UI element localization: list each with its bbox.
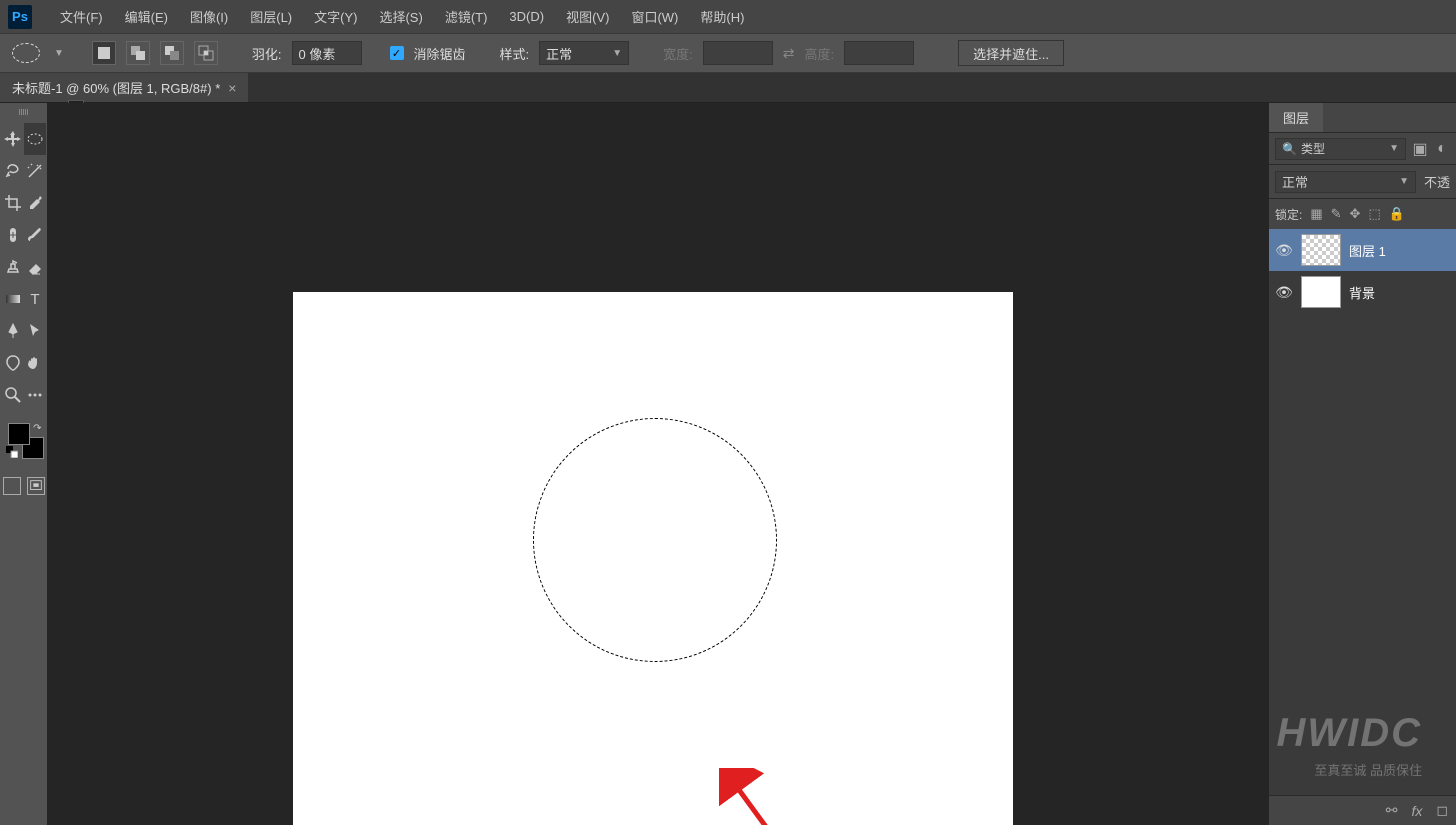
height-input bbox=[844, 41, 914, 65]
layer-row-background[interactable]: 👁 背景 bbox=[1269, 271, 1456, 313]
width-label: 宽度: bbox=[663, 44, 693, 63]
panels-right: 图层 🔍类型▼ ▣ ◐ 正常▼ 不透 锁定: ▦ ✎ ✥ ⬚ 🔒 👁 图层 1 bbox=[1269, 103, 1456, 825]
menu-window[interactable]: 窗口(W) bbox=[621, 3, 688, 30]
toolbox-grip[interactable] bbox=[9, 109, 39, 115]
screen-mode[interactable] bbox=[27, 477, 45, 495]
menu-help[interactable]: 帮助(H) bbox=[690, 3, 754, 30]
lock-position-icon[interactable]: ✥ bbox=[1350, 206, 1361, 222]
layer-visibility-icon[interactable]: 👁 bbox=[1275, 242, 1293, 259]
style-select[interactable]: 正常▼ bbox=[539, 41, 629, 65]
quickmask-standard[interactable] bbox=[3, 477, 21, 495]
tool-move[interactable] bbox=[2, 123, 24, 155]
selection-mode-subtract[interactable] bbox=[160, 41, 184, 65]
lock-all-icon[interactable]: 🔒 bbox=[1389, 206, 1405, 222]
document-tab[interactable]: 未标题-1 @ 60% (图层 1, RGB/8#) * × bbox=[0, 73, 248, 102]
menu-filter[interactable]: 滤镜(T) bbox=[435, 3, 498, 30]
menu-type[interactable]: 文字(Y) bbox=[304, 3, 367, 30]
lock-artboard-icon[interactable]: ⬚ bbox=[1368, 206, 1380, 222]
tool-hand[interactable] bbox=[24, 347, 46, 379]
default-colors-icon[interactable] bbox=[6, 445, 18, 463]
tool-preset-dropdown[interactable]: ▼ bbox=[54, 48, 64, 59]
filter-adjustment-icon[interactable]: ◐ bbox=[1434, 141, 1450, 157]
layer-fx-icon[interactable]: fx bbox=[1411, 803, 1422, 819]
feather-input[interactable] bbox=[292, 41, 362, 65]
tool-healing-brush[interactable] bbox=[2, 219, 24, 251]
opacity-label: 不透 bbox=[1424, 172, 1450, 191]
menu-layer[interactable]: 图层(L) bbox=[240, 3, 302, 30]
tool-brush[interactable] bbox=[24, 219, 46, 251]
tool-elliptical-marquee[interactable] bbox=[24, 123, 46, 155]
menu-edit[interactable]: 编辑(E) bbox=[115, 3, 178, 30]
filter-image-icon[interactable]: ▣ bbox=[1412, 141, 1428, 157]
antialias-label: 消除锯齿 bbox=[414, 44, 466, 63]
tool-shape[interactable] bbox=[2, 347, 24, 379]
menu-select[interactable]: 选择(S) bbox=[369, 3, 432, 30]
document-tab-close-icon[interactable]: × bbox=[228, 80, 236, 96]
menu-image[interactable]: 图像(I) bbox=[180, 3, 238, 30]
toolbox: T ↷ bbox=[0, 103, 47, 825]
tool-pen[interactable] bbox=[2, 315, 24, 347]
foreground-color[interactable] bbox=[8, 423, 30, 445]
selection-mode-new[interactable] bbox=[92, 41, 116, 65]
layer-thumbnail[interactable] bbox=[1301, 234, 1341, 266]
color-swatches: ↷ bbox=[4, 423, 44, 463]
canvas-workspace[interactable] bbox=[47, 103, 1269, 825]
tool-eraser[interactable] bbox=[24, 251, 46, 283]
link-layers-icon[interactable]: ⚯ bbox=[1386, 802, 1398, 819]
layers-panel-tab[interactable]: 图层 bbox=[1269, 103, 1323, 132]
layer-filter-select[interactable]: 🔍类型▼ bbox=[1275, 138, 1406, 160]
feather-label: 羽化: bbox=[252, 44, 282, 63]
tool-magic-wand[interactable] bbox=[24, 155, 46, 187]
selection-mode-intersect[interactable] bbox=[194, 41, 218, 65]
tool-type[interactable]: T bbox=[24, 283, 46, 315]
menu-3d[interactable]: 3D(D) bbox=[499, 5, 554, 28]
layer-list: 👁 图层 1 👁 背景 bbox=[1269, 229, 1456, 795]
lock-transparency-icon[interactable]: ▦ bbox=[1310, 206, 1322, 222]
menu-view[interactable]: 视图(V) bbox=[556, 3, 619, 30]
width-input bbox=[703, 41, 773, 65]
menu-file[interactable]: 文件(F) bbox=[50, 3, 113, 30]
photoshop-logo: Ps bbox=[8, 5, 32, 29]
annotation-arrow bbox=[719, 768, 839, 825]
layer-mask-icon[interactable]: ◻ bbox=[1436, 802, 1448, 819]
select-and-mask-button[interactable]: 选择并遮住... bbox=[958, 40, 1064, 66]
tool-gradient[interactable] bbox=[2, 283, 24, 315]
tool-path-selection[interactable] bbox=[24, 315, 46, 347]
layer-name[interactable]: 图层 1 bbox=[1349, 241, 1386, 260]
selection-mode-add[interactable] bbox=[126, 41, 150, 65]
layer-thumbnail[interactable] bbox=[1301, 276, 1341, 308]
lock-pixels-icon[interactable]: ✎ bbox=[1331, 206, 1342, 222]
blend-mode-select[interactable]: 正常▼ bbox=[1275, 171, 1416, 193]
height-label: 高度: bbox=[805, 44, 835, 63]
layer-name[interactable]: 背景 bbox=[1349, 283, 1375, 302]
tool-eyedropper[interactable] bbox=[24, 187, 46, 219]
svg-text:T: T bbox=[30, 291, 39, 308]
layer-visibility-icon[interactable]: 👁 bbox=[1275, 284, 1293, 301]
tool-clone-stamp[interactable] bbox=[2, 251, 24, 283]
lock-label: 锁定: bbox=[1275, 206, 1302, 223]
layer-row-1[interactable]: 👁 图层 1 bbox=[1269, 229, 1456, 271]
swap-wh-icon: ⇄ bbox=[783, 45, 795, 62]
document-tab-title: 未标题-1 @ 60% (图层 1, RGB/8#) * bbox=[12, 78, 220, 97]
swap-colors-icon[interactable]: ↷ bbox=[33, 423, 41, 434]
active-tool-icon bbox=[12, 43, 40, 63]
antialias-checkbox[interactable]: ✓ bbox=[390, 46, 404, 60]
tool-lasso[interactable] bbox=[2, 155, 24, 187]
tool-more[interactable] bbox=[24, 379, 46, 411]
elliptical-selection-marquee bbox=[533, 418, 777, 662]
tool-crop[interactable] bbox=[2, 187, 24, 219]
style-label: 样式: bbox=[500, 44, 530, 63]
tool-zoom[interactable] bbox=[2, 379, 24, 411]
